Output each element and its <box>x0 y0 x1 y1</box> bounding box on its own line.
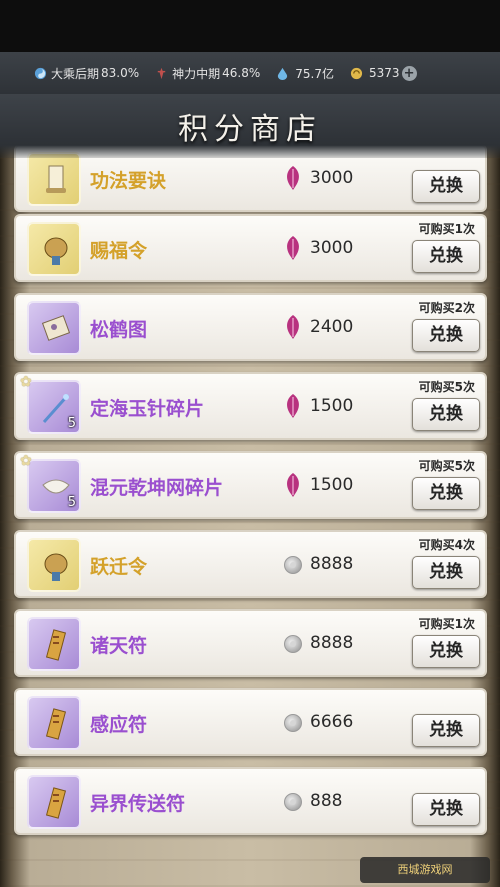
exchange-button[interactable]: 兑换 <box>412 319 480 352</box>
exchange-button[interactable]: 兑换 <box>412 556 480 589</box>
silver-coin-icon <box>284 793 302 811</box>
page-title: 积分商店 <box>178 112 322 147</box>
points-feather-icon <box>282 314 304 340</box>
points-feather-icon <box>282 393 304 419</box>
exchange-button[interactable]: 兑换 <box>412 170 480 203</box>
item-thumbnail[interactable] <box>27 301 81 355</box>
item-quantity: 5 <box>67 495 76 510</box>
shop-item-row: 赐福令 3000 可购买1次 兑换 <box>14 214 487 282</box>
item-thumbnail[interactable] <box>27 696 81 750</box>
shop-item-row: 5 ✿ 定海玉针碎片 1500 可购买5次 兑换 <box>14 372 487 440</box>
resource-value: 5373 <box>369 66 400 80</box>
item-name: 跃迁令 <box>90 556 148 578</box>
item-price: 1500 <box>310 475 354 495</box>
shop-header: 积分商店 <box>0 94 500 158</box>
points-feather-icon <box>282 472 304 498</box>
fragment-star-icon: ✿ <box>20 453 32 469</box>
silver-coin-icon <box>284 635 302 653</box>
exchange-button[interactable]: 兑换 <box>412 477 480 510</box>
resource-gold: 5373 + <box>350 65 417 81</box>
item-name: 诸天符 <box>90 635 148 657</box>
silver-coin-icon <box>284 714 302 732</box>
item-thumbnail[interactable] <box>27 775 81 829</box>
item-quantity: 5 <box>67 416 76 431</box>
resource-divine-power: 神力中期 46.8% <box>155 65 260 82</box>
exchange-button[interactable]: 兑换 <box>412 635 480 668</box>
fragment-star-icon: ✿ <box>20 374 32 390</box>
resource-bar: 大乘后期 83.0% 神力中期 46.8% 75.7亿 5373 + <box>0 52 500 94</box>
item-thumbnail[interactable] <box>27 538 81 592</box>
gold-coin-icon <box>350 67 363 79</box>
points-feather-icon <box>282 235 304 261</box>
item-name: 松鹤图 <box>90 319 148 341</box>
shop-item-row: 跃迁令 8888 可购买4次 兑换 <box>14 530 487 598</box>
shop-item-row: 感应符 6666 兑换 <box>14 688 487 756</box>
resource-cultivation: 大乘后期 83.0% <box>34 65 139 82</box>
purchase-limit: 可购买1次 <box>418 617 475 631</box>
shop-item-row: 异界传送符 888 兑换 <box>14 767 487 835</box>
purchase-limit: 可购买1次 <box>418 222 475 236</box>
item-thumbnail[interactable] <box>27 152 81 206</box>
cultivation-icon <box>34 67 47 79</box>
points-shop-panel: 功法要诀 3000 兑换 赐福令 3000 可购买1次 兑换 松鹤图 2400 … <box>0 94 500 887</box>
silver-coin-icon <box>284 556 302 574</box>
shop-item-row: 诸天符 8888 可购买1次 兑换 <box>14 609 487 677</box>
item-name: 赐福令 <box>90 240 148 262</box>
purchase-limit: 可购买2次 <box>418 301 475 315</box>
purchase-limit: 可购买5次 <box>418 380 475 394</box>
exchange-button[interactable]: 兑换 <box>412 398 480 431</box>
item-name: 定海玉针碎片 <box>90 398 205 420</box>
purchase-limit: 可购买5次 <box>418 459 475 473</box>
item-price: 888 <box>310 791 343 811</box>
exchange-button[interactable]: 兑换 <box>412 793 480 826</box>
points-feather-icon <box>282 165 304 191</box>
resource-spirit: 75.7亿 <box>276 65 334 82</box>
item-price: 3000 <box>310 238 354 258</box>
spirit-drop-icon <box>278 67 288 80</box>
item-price: 8888 <box>310 554 354 574</box>
item-thumbnail[interactable] <box>27 222 81 276</box>
resource-value: 83.0% <box>101 66 140 80</box>
status-bar-area <box>0 0 500 52</box>
resource-value: 46.8% <box>222 66 261 80</box>
resource-label: 神力中期 <box>172 66 221 81</box>
add-currency-button[interactable]: + <box>401 65 417 81</box>
item-price: 2400 <box>310 317 354 337</box>
item-name: 混元乾坤网碎片 <box>90 477 224 499</box>
item-price: 6666 <box>310 712 354 732</box>
item-name: 功法要诀 <box>90 170 167 192</box>
resource-label: 大乘后期 <box>51 66 100 81</box>
shop-item-row: 5 ✿ 混元乾坤网碎片 1500 可购买5次 兑换 <box>14 451 487 519</box>
item-price: 8888 <box>310 633 354 653</box>
divine-power-icon <box>157 67 166 79</box>
item-thumbnail[interactable] <box>27 617 81 671</box>
item-name: 感应符 <box>90 714 148 736</box>
resource-value: 75.7亿 <box>295 66 335 81</box>
item-name: 异界传送符 <box>90 793 186 815</box>
purchase-limit: 可购买4次 <box>418 538 475 552</box>
exchange-button[interactable]: 兑换 <box>412 240 480 273</box>
item-price: 3000 <box>310 168 354 188</box>
item-price: 1500 <box>310 396 354 416</box>
watermark: 西城游戏网 <box>360 857 490 883</box>
exchange-button[interactable]: 兑换 <box>412 714 480 747</box>
shop-item-row: 松鹤图 2400 可购买2次 兑换 <box>14 293 487 361</box>
